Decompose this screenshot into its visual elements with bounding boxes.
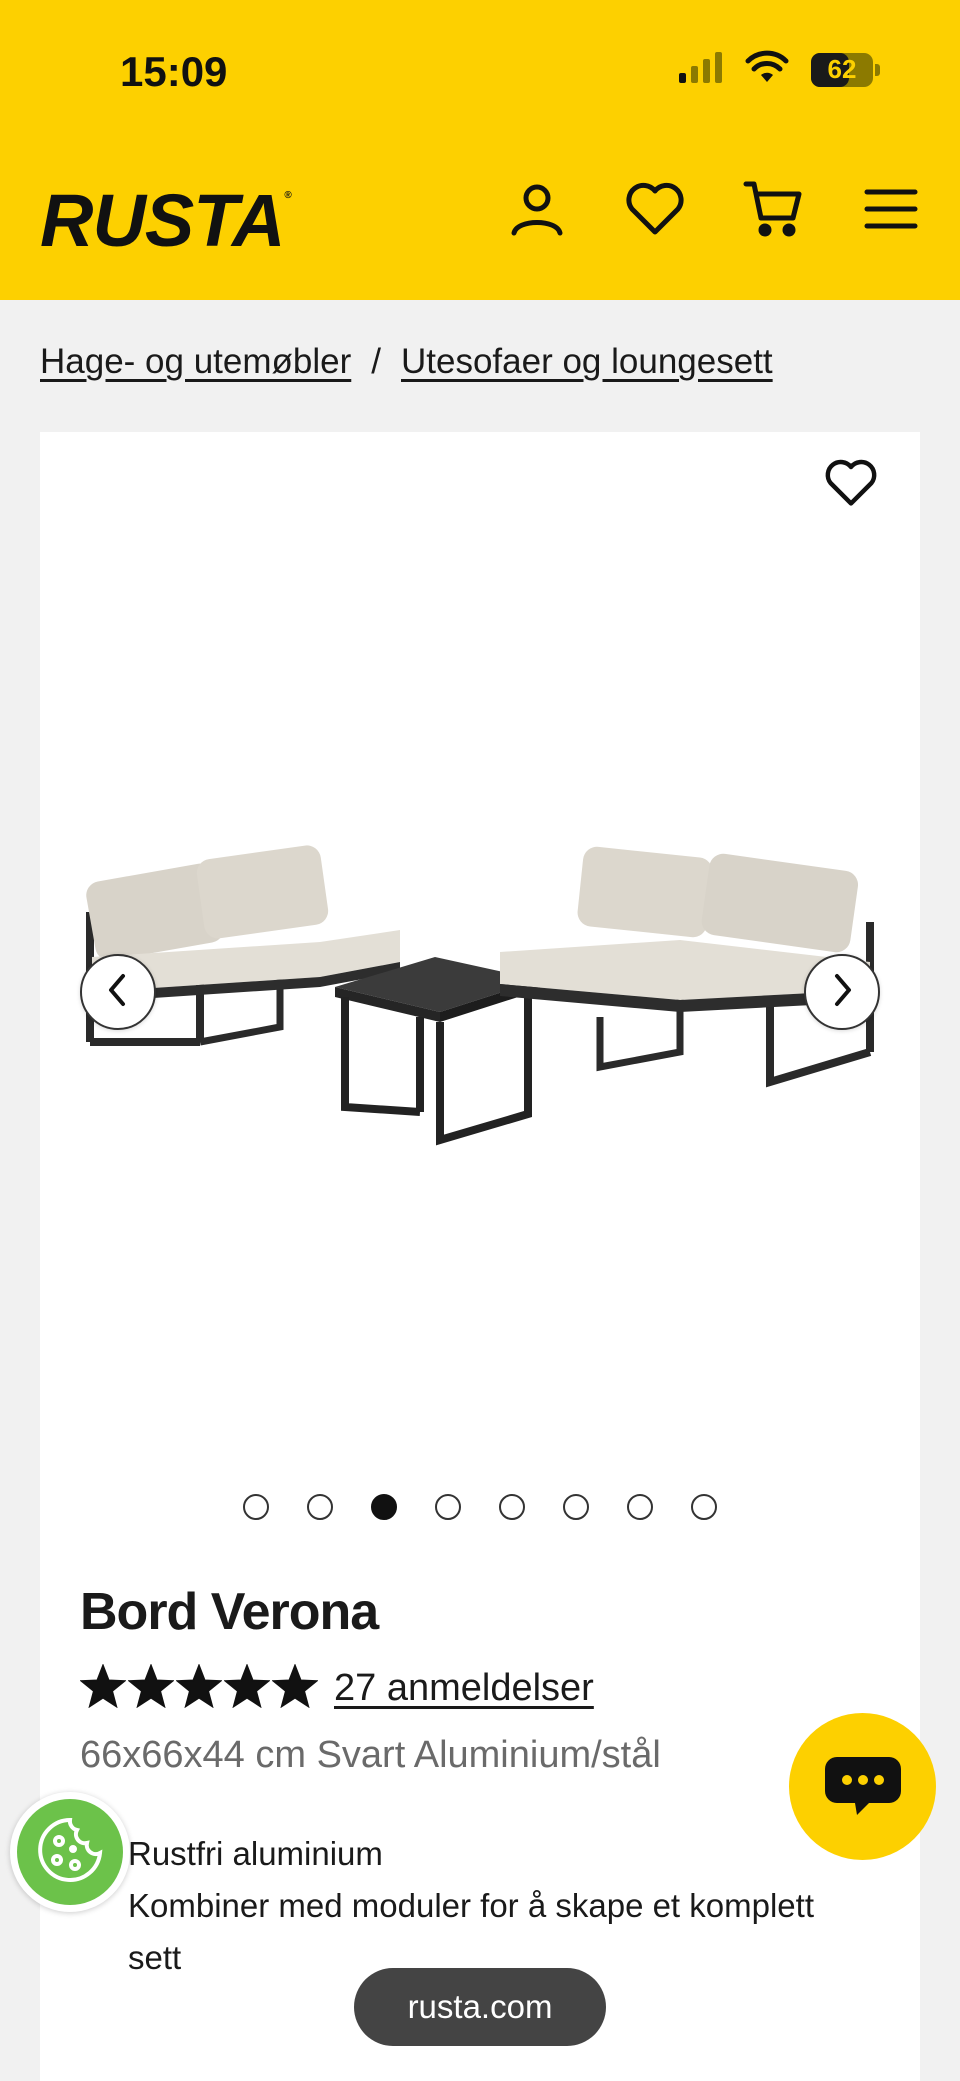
wifi-icon xyxy=(745,50,789,89)
gallery-prev-button[interactable] xyxy=(80,954,156,1030)
battery-indicator: 62 xyxy=(811,52,880,87)
add-to-wishlist-button[interactable] xyxy=(820,454,882,516)
status-time: 15:09 xyxy=(120,48,228,95)
right-sofa-illustration xyxy=(500,846,874,1088)
heart-icon xyxy=(625,182,685,241)
site-header: 15:09 62 RUSTA® xyxy=(0,0,960,300)
account-button[interactable] xyxy=(506,180,568,242)
gallery-dots xyxy=(40,1494,920,1520)
cookie-settings-button[interactable] xyxy=(10,1792,130,1912)
browser-url-pill[interactable]: rusta.com xyxy=(354,1968,606,2046)
feature-item: Rustfri aluminium xyxy=(128,1835,383,1872)
gallery-dot[interactable] xyxy=(243,1494,269,1520)
cart-button[interactable] xyxy=(742,180,804,242)
signal-icon xyxy=(677,51,723,88)
header-actions xyxy=(506,180,922,242)
wishlist-button[interactable] xyxy=(624,180,686,242)
reviews-link[interactable]: 27 anmeldelser xyxy=(334,1667,594,1710)
star-icon xyxy=(79,1663,127,1713)
chat-icon xyxy=(823,1751,903,1822)
product-subtitle: 66x66x44 cm Svart Aluminium/stål xyxy=(80,1734,661,1776)
star-icon xyxy=(175,1663,223,1713)
product-rating: 27 anmeldelser xyxy=(79,1663,594,1713)
menu-icon xyxy=(864,187,918,236)
gallery-dot[interactable] xyxy=(691,1494,717,1520)
star-icon xyxy=(127,1663,175,1713)
gallery-dot[interactable] xyxy=(563,1494,589,1520)
battery-icon: 62 xyxy=(811,52,873,87)
product-features: Rustfri aluminium Kombiner med moduler f… xyxy=(128,1828,828,1984)
chevron-left-icon xyxy=(103,972,133,1013)
chevron-right-icon xyxy=(827,972,857,1013)
gallery-dot[interactable] xyxy=(307,1494,333,1520)
gallery-dot[interactable] xyxy=(371,1494,397,1520)
chat-button[interactable] xyxy=(789,1713,936,1860)
breadcrumb-link-utesofaer[interactable]: Utesofaer og loungesett xyxy=(401,342,773,382)
gallery-dot[interactable] xyxy=(435,1494,461,1520)
gallery-next-button[interactable] xyxy=(804,954,880,1030)
star-icon xyxy=(223,1663,271,1713)
product-image[interactable] xyxy=(80,812,880,1202)
heart-icon xyxy=(824,459,878,512)
product-card: Bord Verona 27 anmeldelser 66x66x44 cm S… xyxy=(40,432,920,2081)
product-title: Bord Verona xyxy=(80,1583,379,1641)
user-icon xyxy=(509,181,565,242)
cart-icon xyxy=(743,180,803,243)
rusta-logo[interactable]: RUSTA® xyxy=(40,178,292,263)
status-icons: 62 xyxy=(677,50,880,89)
breadcrumb: Hage- og utemøbler / Utesofaer og lounge… xyxy=(40,342,773,382)
breadcrumb-separator: / xyxy=(371,342,381,381)
battery-level: 62 xyxy=(827,54,857,84)
gallery-dot[interactable] xyxy=(499,1494,525,1520)
breadcrumb-link-hage[interactable]: Hage- og utemøbler xyxy=(40,342,351,382)
rating-stars xyxy=(79,1663,319,1713)
star-icon xyxy=(271,1663,319,1713)
gallery-dot[interactable] xyxy=(627,1494,653,1520)
cookie-icon xyxy=(35,1815,105,1890)
menu-button[interactable] xyxy=(860,180,922,242)
